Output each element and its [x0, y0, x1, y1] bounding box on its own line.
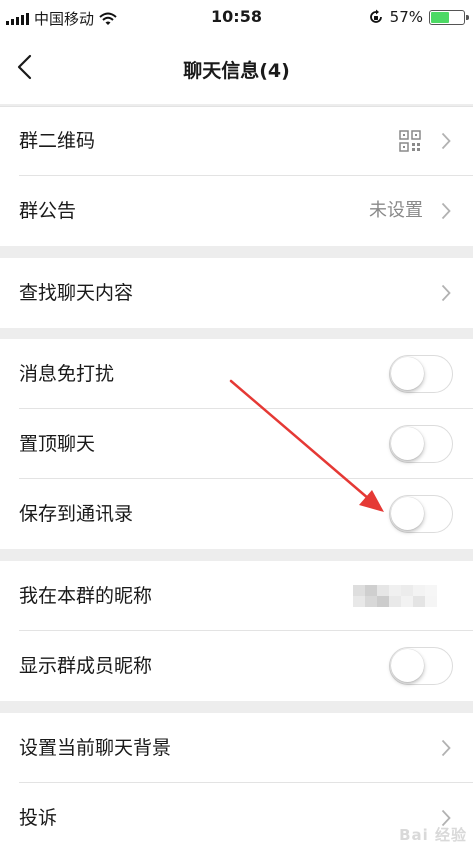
chevron-right-icon — [441, 739, 451, 757]
status-bar: 中国移动 10:58 57% — [0, 0, 473, 34]
row-label: 置顶聊天 — [19, 433, 96, 455]
row-label: 保存到通讯录 — [19, 503, 134, 525]
pin-toggle[interactable] — [389, 425, 453, 463]
rotation-lock-icon — [369, 9, 382, 23]
toggle-knob — [391, 357, 424, 390]
row-label: 我在本群的昵称 — [19, 585, 153, 607]
row-chat-background[interactable]: 设置当前聊天背景 — [0, 713, 473, 783]
battery-percent: 57% — [389, 8, 423, 26]
chevron-right-icon — [441, 284, 451, 302]
page-title: 聊天信息(4) — [183, 60, 290, 82]
show-nicknames-toggle[interactable] — [389, 647, 453, 685]
toggle-knob — [391, 427, 424, 460]
battery-icon — [429, 9, 469, 25]
battery-fill — [431, 11, 449, 23]
row-label: 投诉 — [19, 807, 58, 829]
toggle-knob — [391, 497, 424, 530]
row-label: 消息免打扰 — [19, 363, 115, 385]
chevron-right-icon — [441, 132, 451, 150]
qr-code-icon — [399, 130, 421, 152]
row-pin: 置顶聊天 — [0, 409, 473, 479]
watermark: Bai 经验 — [399, 826, 467, 844]
status-right: 57% — [368, 8, 469, 26]
chevron-right-icon — [441, 202, 451, 220]
row-label: 查找聊天内容 — [19, 282, 134, 304]
row-search-chat[interactable]: 查找聊天内容 — [0, 258, 473, 328]
row-label: 显示群成员昵称 — [19, 655, 153, 677]
row-qr-code[interactable]: 群二维码 — [0, 106, 473, 176]
toggle-knob — [391, 649, 424, 682]
mute-toggle[interactable] — [389, 355, 453, 393]
row-save-contacts: 保存到通讯录 — [0, 479, 473, 549]
row-mute: 消息免打扰 — [0, 339, 473, 409]
blurred-nickname — [353, 585, 451, 607]
row-label: 群公告 — [19, 200, 77, 222]
save-contacts-toggle[interactable] — [389, 495, 453, 533]
row-show-nicknames: 显示群成员昵称 — [0, 631, 473, 701]
battery-tip — [466, 14, 469, 20]
nav-bar: 聊天信息(4) — [0, 34, 473, 104]
row-label: 群二维码 — [19, 130, 96, 152]
row-label: 设置当前聊天背景 — [19, 737, 172, 759]
row-my-nickname[interactable]: 我在本群的昵称 — [0, 561, 473, 631]
row-announcement[interactable]: 群公告 未设置 — [0, 176, 473, 246]
row-value: 未设置 — [369, 200, 423, 221]
